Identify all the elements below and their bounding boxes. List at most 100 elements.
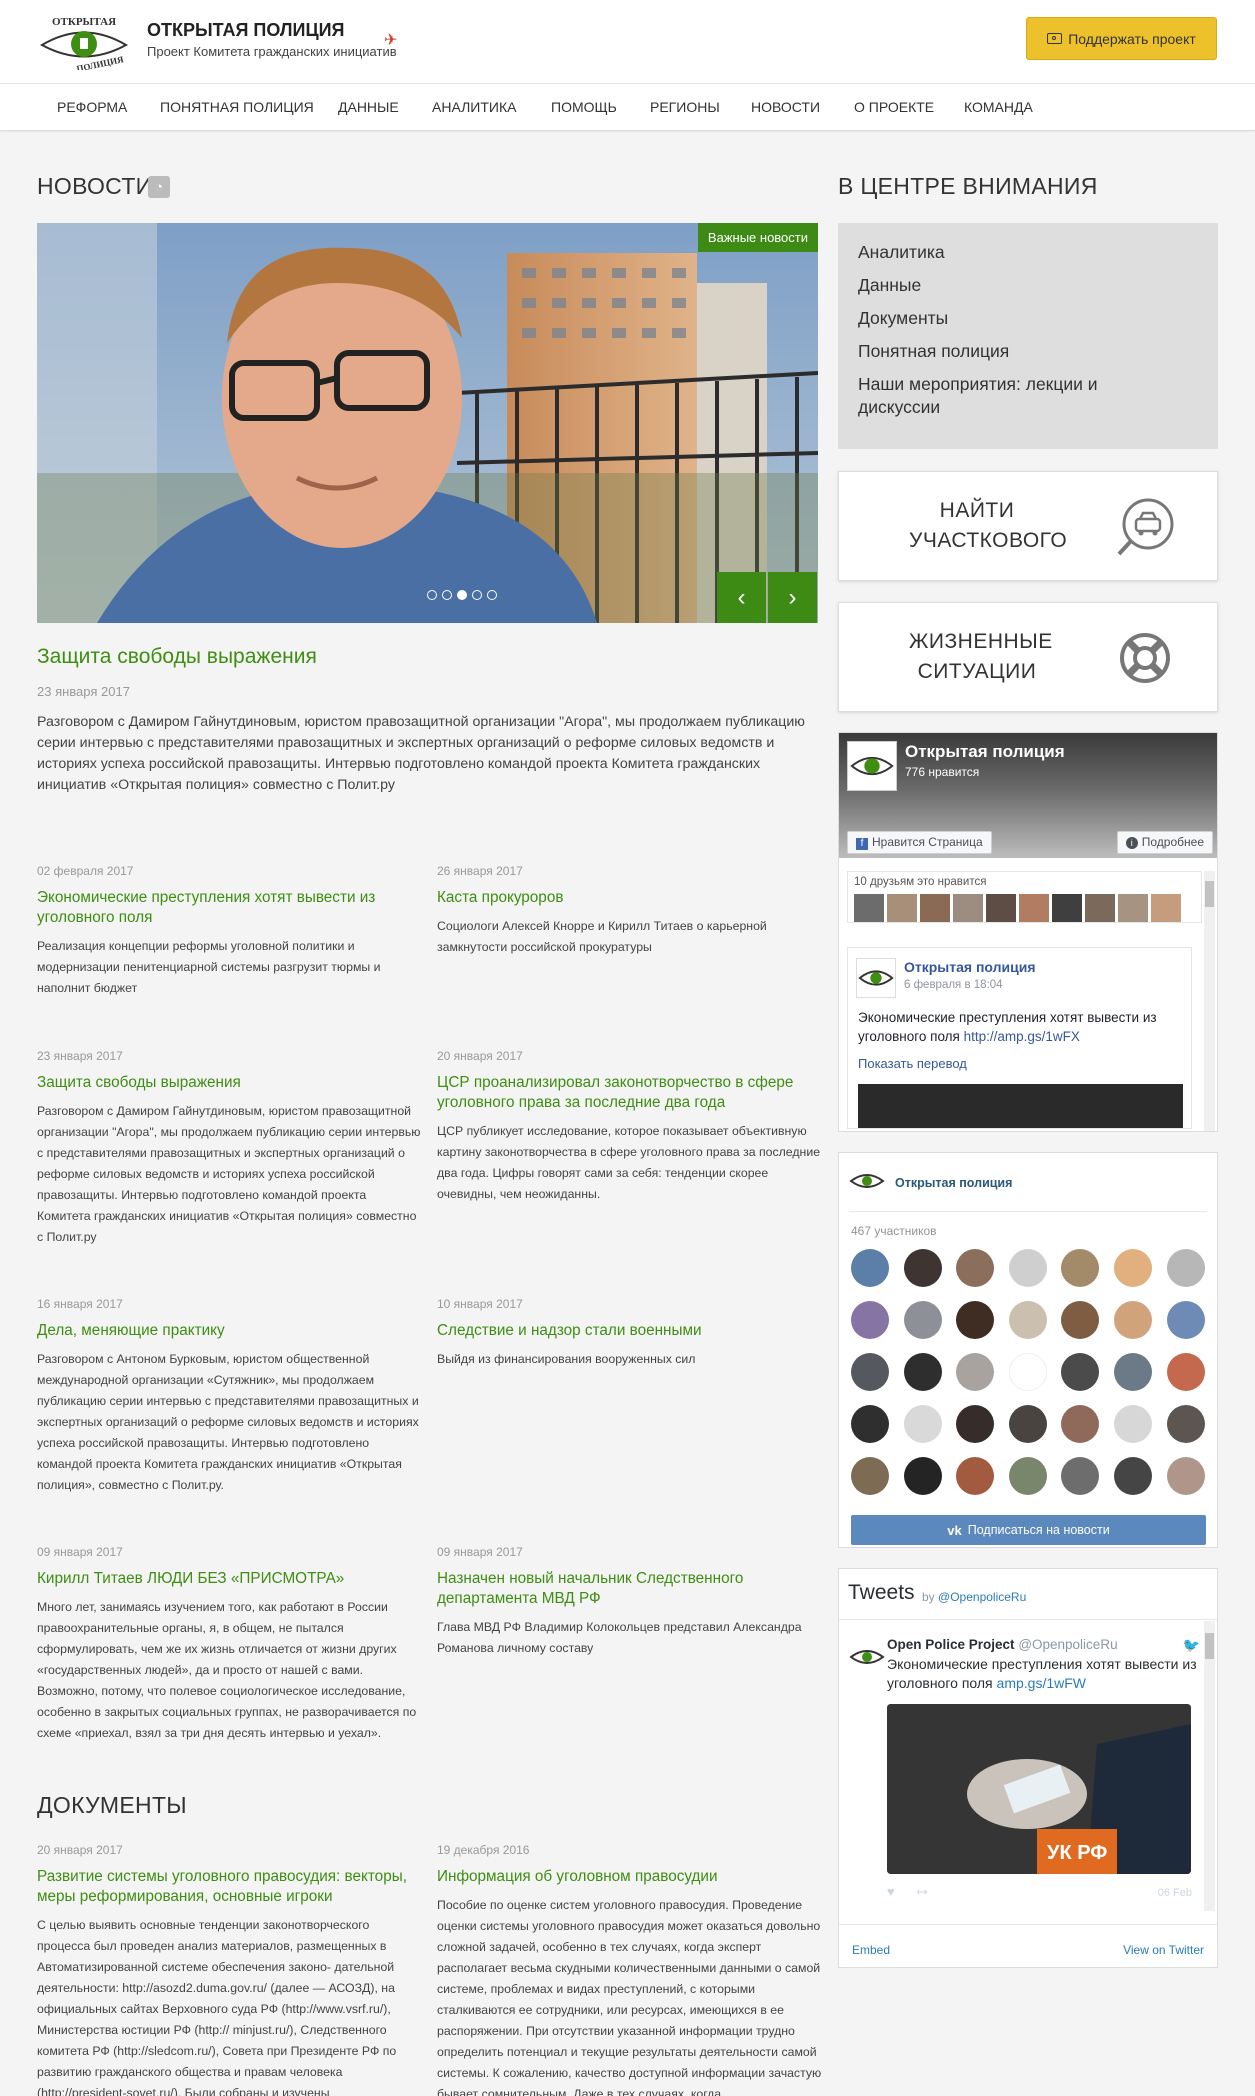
member-avatar[interactable] [851, 1405, 889, 1443]
friend-avatar[interactable] [1118, 894, 1148, 922]
member-avatar[interactable] [1166, 1249, 1205, 1287]
vk-group-name[interactable]: Открытая полиция [895, 1176, 1012, 1190]
facebook-post-image[interactable] [858, 1084, 1183, 1128]
site-title[interactable]: ОТКРЫТАЯ ПОЛИЦИЯ [147, 20, 345, 41]
nav-analytics[interactable]: АНАЛИТИКА [432, 99, 516, 115]
featured-title[interactable]: Защита свободы выражения [37, 645, 317, 669]
member-avatar[interactable] [1113, 1405, 1152, 1443]
member-avatar[interactable] [1008, 1457, 1047, 1495]
facebook-translate-link[interactable]: Показать перевод [858, 1056, 967, 1071]
member-avatar[interactable] [1061, 1249, 1100, 1287]
tweet-handle[interactable]: @OpenpoliceRu [1018, 1637, 1117, 1652]
member-avatar[interactable] [903, 1353, 942, 1391]
member-avatar[interactable] [1166, 1457, 1205, 1495]
slider-prev-button[interactable]: ‹ [717, 572, 766, 623]
focus-link-events[interactable]: Наши мероприятия: лекции и дискуссии [858, 373, 1178, 419]
facebook-more-button[interactable]: i Подробнее [1116, 831, 1213, 854]
document-title[interactable]: Информация об уголовном правосудии [437, 1867, 822, 1887]
facebook-post-author[interactable]: Открытая полиция [904, 959, 1036, 975]
friend-avatar[interactable] [953, 894, 983, 922]
nav-about[interactable]: О ПРОЕКТЕ [854, 99, 934, 115]
focus-link-documents[interactable]: Документы [858, 307, 1178, 330]
vk-group-avatar[interactable] [849, 1167, 885, 1195]
rss-icon[interactable]: ◔ [148, 176, 170, 198]
friend-avatar[interactable] [1151, 894, 1181, 922]
facebook-page-avatar[interactable] [847, 741, 897, 791]
news-title[interactable]: Каста прокуроров [437, 888, 822, 908]
news-title[interactable]: Кирилл Титаев ЛЮДИ БЕЗ «ПРИСМОТРА» [37, 1569, 422, 1589]
slider-next-button[interactable]: › [768, 572, 817, 623]
facebook-page-name[interactable]: Открытая полиция [905, 742, 1065, 762]
nav-help[interactable]: ПОМОЩЬ [551, 99, 617, 115]
member-avatar[interactable] [851, 1457, 889, 1495]
member-avatar[interactable] [903, 1457, 942, 1495]
nav-news[interactable]: НОВОСТИ [751, 99, 820, 115]
twitter-scrollbar[interactable] [1204, 1621, 1215, 1911]
facebook-post-link[interactable]: http://amp.gs/1wFX [964, 1029, 1080, 1044]
nav-team[interactable]: КОМАНДА [964, 99, 1033, 115]
member-avatar[interactable] [903, 1249, 942, 1287]
facebook-like-page-button[interactable]: f Нравится Страница [847, 831, 992, 854]
friend-avatar[interactable] [1019, 894, 1049, 922]
support-project-button[interactable]: Поддержать проект [1026, 17, 1217, 60]
member-avatar[interactable] [956, 1405, 995, 1443]
slider-dot-active[interactable] [457, 590, 467, 600]
member-avatar[interactable] [1166, 1405, 1205, 1443]
facebook-post-avatar[interactable] [856, 958, 896, 998]
document-title[interactable]: Развитие системы уголовного правосудия: … [37, 1867, 422, 1907]
find-officer-card[interactable]: НАЙТИ УЧАСТКОВОГО [838, 471, 1218, 581]
tweet-image[interactable]: УК РФ [887, 1704, 1191, 1874]
tweet-avatar[interactable] [849, 1639, 885, 1675]
news-title[interactable]: ЦСР проанализировал законотворчество в с… [437, 1073, 822, 1113]
friend-avatar[interactable] [887, 894, 917, 922]
nav-reform[interactable]: РЕФОРМА [57, 99, 127, 115]
member-avatar[interactable] [1008, 1249, 1047, 1287]
life-situations-card[interactable]: ЖИЗНЕННЫЕ СИТУАЦИИ [838, 602, 1218, 712]
friend-avatar[interactable] [1052, 894, 1082, 922]
member-avatar[interactable] [956, 1457, 995, 1495]
site-logo[interactable]: ОТКРЫТАЯ ПОЛИЦИЯ [36, 12, 132, 70]
member-avatar[interactable] [1061, 1405, 1100, 1443]
nav-regions[interactable]: РЕГИОНЫ [650, 99, 720, 115]
member-avatar[interactable] [1061, 1301, 1100, 1339]
member-avatar[interactable] [1113, 1249, 1152, 1287]
member-avatar[interactable] [956, 1301, 995, 1339]
news-title[interactable]: Назначен новый начальник Следственного д… [437, 1569, 822, 1609]
tweet-author[interactable]: Open Police Project [887, 1637, 1015, 1652]
member-avatar[interactable] [851, 1301, 889, 1339]
tweet-link[interactable]: amp.gs/1wFW [997, 1675, 1086, 1691]
news-title[interactable]: Экономические преступления хотят вывести… [37, 888, 422, 928]
slider-dot[interactable] [487, 590, 497, 600]
slider-dot[interactable] [472, 590, 482, 600]
member-avatar[interactable] [1113, 1301, 1152, 1339]
member-avatar[interactable] [1008, 1405, 1047, 1443]
member-avatar[interactable] [1166, 1301, 1205, 1339]
like-icon[interactable]: ♥ [887, 1884, 895, 1899]
important-news-badge[interactable]: Важные новости [697, 223, 818, 252]
friend-avatar[interactable] [986, 894, 1016, 922]
facebook-post-date[interactable]: 6 февраля в 18:04 [904, 979, 1003, 991]
tweet-date[interactable]: 06 Feb [1158, 1887, 1192, 1899]
member-avatar[interactable] [956, 1249, 995, 1287]
slider-dot[interactable] [442, 590, 452, 600]
news-title[interactable]: Дела, меняющие практику [37, 1321, 422, 1341]
slider-dot[interactable] [427, 590, 437, 600]
focus-link-analytics[interactable]: Аналитика [858, 241, 1178, 264]
member-avatar[interactable] [956, 1353, 995, 1391]
share-icon[interactable]: ↦ [917, 1884, 928, 1900]
member-avatar[interactable] [1061, 1457, 1100, 1495]
twitter-embed-link[interactable]: Embed [852, 1943, 890, 1957]
member-avatar[interactable] [1061, 1353, 1100, 1391]
member-avatar[interactable] [851, 1249, 889, 1287]
focus-link-data[interactable]: Данные [858, 274, 1178, 297]
twitter-bird-icon[interactable]: 🐦 [1183, 1637, 1200, 1654]
member-avatar[interactable] [1166, 1353, 1205, 1391]
twitter-view-link[interactable]: View on Twitter [1123, 1943, 1204, 1957]
facebook-scrollbar[interactable] [1204, 871, 1215, 1131]
member-avatar[interactable] [1008, 1301, 1047, 1339]
vk-subscribe-button[interactable]: vk Подписаться на новости [851, 1515, 1206, 1545]
friend-avatar[interactable] [920, 894, 950, 922]
member-avatar[interactable] [1113, 1457, 1152, 1495]
news-slider[interactable]: Важные новости ‹ › [37, 223, 818, 623]
member-avatar[interactable] [851, 1353, 889, 1391]
